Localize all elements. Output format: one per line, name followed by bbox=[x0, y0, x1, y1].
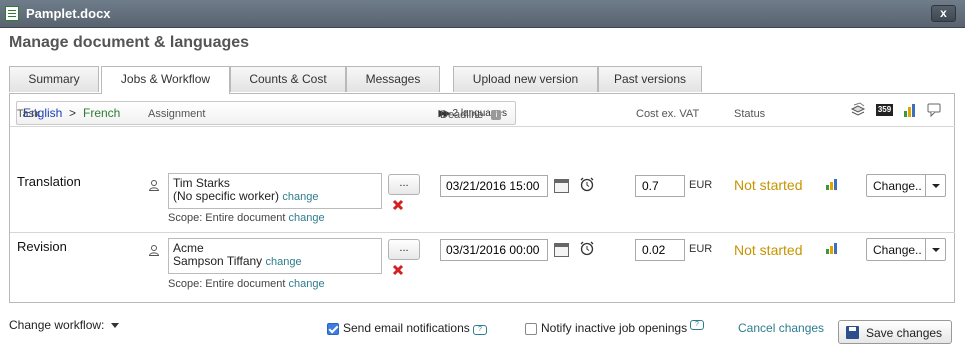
task-name: Translation bbox=[17, 174, 81, 189]
tab-counts-cost[interactable]: Counts & Cost bbox=[230, 66, 346, 92]
cancel-changes-link[interactable]: Cancel changes bbox=[738, 321, 824, 335]
panel-toolbar: 359 bbox=[850, 102, 946, 120]
notify-inactive-checkbox[interactable] bbox=[525, 323, 537, 335]
bar-chart-icon[interactable] bbox=[902, 102, 918, 118]
calendar-icon[interactable] bbox=[554, 179, 569, 193]
save-changes-button[interactable]: Save changes bbox=[838, 320, 952, 344]
column-status: Status bbox=[734, 108, 766, 120]
tab-summary[interactable]: Summary bbox=[9, 66, 99, 92]
send-email-label: Send email notifications bbox=[343, 321, 470, 335]
language-separator: > bbox=[69, 106, 77, 120]
info-icon[interactable]: i bbox=[491, 110, 502, 121]
help-icon[interactable]: ? bbox=[690, 320, 704, 330]
status-label: Not started bbox=[734, 242, 803, 258]
change-assignee-link[interactable]: change bbox=[282, 191, 318, 203]
close-button[interactable]: x bbox=[931, 5, 956, 22]
page-title: Manage document & languages bbox=[9, 34, 250, 51]
deadline-input[interactable] bbox=[440, 239, 548, 261]
jobs-panel: English > French ▶▶ 2 languages 359 bbox=[9, 93, 955, 303]
assignment-box: Tim Starks (No specific worker) change bbox=[168, 173, 382, 209]
caret-down-icon bbox=[111, 323, 120, 329]
change-scope-link[interactable]: change bbox=[288, 212, 324, 224]
change-workflow-label: Change workflow: bbox=[9, 318, 105, 332]
column-cost: Cost ex. VAT bbox=[636, 108, 700, 120]
currency-label: EUR bbox=[689, 243, 713, 255]
change-job-label: Change.. bbox=[873, 243, 922, 257]
assignee-detail: Sampson Tiffany bbox=[173, 254, 263, 268]
change-workflow-dropdown[interactable]: Change workflow: bbox=[9, 318, 120, 332]
document-icon bbox=[5, 6, 19, 21]
tab-jobs-workflow[interactable]: Jobs & Workflow bbox=[101, 66, 230, 94]
column-deadline: Deadline i bbox=[440, 109, 502, 121]
tab-messages[interactable]: Messages bbox=[346, 66, 440, 92]
cost-input[interactable] bbox=[635, 239, 685, 261]
browse-assignee-button[interactable]: ... bbox=[388, 239, 420, 260]
scope-text: Scope: Entire document change bbox=[168, 278, 325, 290]
browse-assignee-button[interactable]: ... bbox=[388, 174, 420, 195]
remove-icon[interactable] bbox=[392, 199, 404, 211]
row-divider bbox=[10, 232, 955, 233]
stack-icon[interactable] bbox=[850, 102, 866, 118]
change-assignee-link[interactable]: change bbox=[266, 256, 302, 268]
alarm-clock-icon[interactable] bbox=[579, 240, 595, 256]
column-task: Task bbox=[17, 108, 40, 120]
assignment-box: Acme Sampson Tiffany change bbox=[168, 238, 382, 274]
assignee-detail: (No specific worker) bbox=[173, 189, 280, 203]
tab-upload-new-version[interactable]: Upload new version bbox=[453, 66, 598, 92]
remove-icon[interactable] bbox=[392, 264, 404, 276]
change-job-dropdown[interactable]: Change.. bbox=[866, 174, 946, 197]
column-assignment: Assignment bbox=[148, 108, 206, 120]
column-deadline-label: Deadline bbox=[440, 109, 484, 121]
status-label: Not started bbox=[734, 177, 803, 193]
job-stats-icon[interactable] bbox=[825, 178, 839, 190]
notify-inactive-label: Notify inactive job openings bbox=[541, 321, 688, 335]
task-name: Revision bbox=[17, 239, 67, 254]
deadline-input[interactable] bbox=[440, 175, 548, 197]
tab-past-versions[interactable]: Past versions bbox=[598, 66, 702, 92]
chevron-down-icon bbox=[925, 239, 945, 260]
currency-label: EUR bbox=[689, 179, 713, 191]
header-divider bbox=[10, 126, 955, 127]
window-title: Pamplet.docx bbox=[26, 6, 111, 21]
send-email-checkbox[interactable] bbox=[327, 323, 339, 335]
change-job-dropdown[interactable]: Change.. bbox=[866, 238, 946, 261]
alarm-clock-icon[interactable] bbox=[579, 176, 595, 192]
comment-icon[interactable] bbox=[926, 102, 942, 118]
window-titlebar: Pamplet.docx x bbox=[0, 0, 965, 28]
scope-label: Scope: Entire document bbox=[168, 212, 286, 224]
calendar-icon[interactable] bbox=[554, 243, 569, 257]
359-badge-icon[interactable]: 359 bbox=[876, 104, 893, 116]
floppy-disk-icon bbox=[846, 326, 859, 339]
manage-document-dialog: Manage document & languages Summary Jobs… bbox=[0, 28, 965, 359]
help-icon[interactable]: ? bbox=[473, 325, 487, 335]
person-icon bbox=[148, 180, 160, 191]
save-changes-label: Save changes bbox=[866, 326, 943, 340]
cost-input[interactable] bbox=[635, 175, 685, 197]
target-language[interactable]: French bbox=[83, 106, 120, 120]
change-scope-link[interactable]: change bbox=[288, 278, 324, 290]
change-job-label: Change.. bbox=[873, 179, 922, 193]
scope-label: Scope: Entire document bbox=[168, 278, 286, 290]
scope-text: Scope: Entire document change bbox=[168, 212, 325, 224]
person-icon bbox=[148, 245, 160, 256]
chevron-down-icon bbox=[925, 175, 945, 196]
job-stats-icon[interactable] bbox=[825, 242, 839, 254]
